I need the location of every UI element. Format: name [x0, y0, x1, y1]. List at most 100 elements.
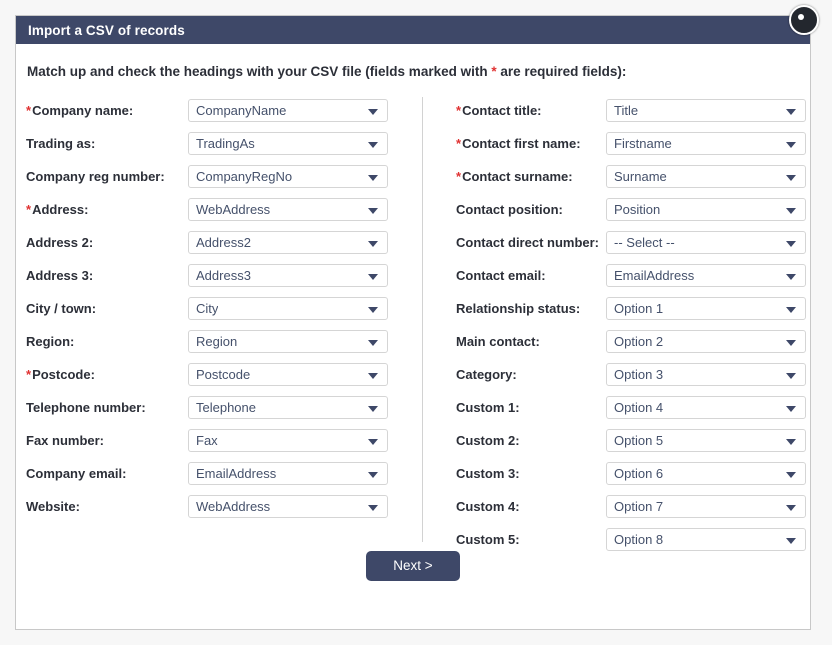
select-company-name[interactable]: CompanyName — [188, 99, 388, 122]
field-label-address-3: Address 3: — [26, 268, 188, 283]
select-value: Option 7 — [607, 496, 663, 517]
next-button[interactable]: Next > — [366, 551, 460, 581]
select-value: Region — [189, 331, 237, 352]
select-value: Address2 — [189, 232, 251, 253]
select-custom-4[interactable]: Option 7 — [606, 495, 806, 518]
field-label-text: Trading as: — [26, 136, 95, 151]
field-row-telephone-number: Telephone number: Telephone — [26, 391, 406, 424]
field-label-city-town: City / town: — [26, 301, 188, 316]
chevron-down-icon — [368, 142, 378, 148]
field-label-category: Category: — [456, 367, 606, 382]
field-label-custom-5: Custom 5: — [456, 532, 606, 547]
select-main-contact[interactable]: Option 2 — [606, 330, 806, 353]
contact-fields-column: *Contact title:Title*Contact first name:… — [456, 94, 811, 556]
field-row-custom-3: Custom 3:Option 6 — [456, 457, 811, 490]
select-value: Option 3 — [607, 364, 663, 385]
select-custom-1[interactable]: Option 4 — [606, 396, 806, 419]
field-row-contact-surname: *Contact surname:Surname — [456, 160, 811, 193]
field-row-address: *Address:WebAddress — [26, 193, 406, 226]
circle-cursor-icon[interactable] — [789, 5, 819, 35]
select-contact-email[interactable]: EmailAddress — [606, 264, 806, 287]
page-title: Import a CSV of records — [28, 23, 185, 38]
select-address-2[interactable]: Address2 — [188, 231, 388, 254]
select-custom-2[interactable]: Option 5 — [606, 429, 806, 452]
field-label-text: Address 3: — [26, 268, 93, 283]
select-contact-position[interactable]: Position — [606, 198, 806, 221]
select-company-email[interactable]: EmailAddress — [188, 462, 388, 485]
field-row-contact-first-name: *Contact first name:Firstname — [456, 127, 811, 160]
select-value: Option 5 — [607, 430, 663, 451]
field-label-text: Region: — [26, 334, 74, 349]
select-postcode[interactable]: Postcode — [188, 363, 388, 386]
chevron-down-icon — [368, 340, 378, 346]
chevron-down-icon — [786, 142, 796, 148]
field-label-custom-2: Custom 2: — [456, 433, 606, 448]
field-label-contact-position: Contact position: — [456, 202, 606, 217]
field-label-region: Region: — [26, 334, 188, 349]
chevron-down-icon — [368, 274, 378, 280]
chevron-down-icon — [368, 505, 378, 511]
select-relationship-status[interactable]: Option 1 — [606, 297, 806, 320]
select-address-3[interactable]: Address3 — [188, 264, 388, 287]
select-telephone-number[interactable]: Telephone — [188, 396, 388, 419]
select-contact-direct-number[interactable]: -- Select -- — [606, 231, 806, 254]
field-label-text: Address 2: — [26, 235, 93, 250]
select-city-town[interactable]: City — [188, 297, 388, 320]
field-row-main-contact: Main contact: Option 2 — [456, 325, 811, 358]
field-row-fax-number: Fax number: Fax — [26, 424, 406, 457]
select-trading-as[interactable]: TradingAs — [188, 132, 388, 155]
select-value: Position — [607, 199, 660, 220]
select-company-reg-number[interactable]: CompanyRegNo — [188, 165, 388, 188]
field-label-text: Custom 2: — [456, 433, 520, 448]
chevron-down-icon — [368, 175, 378, 181]
select-value: EmailAddress — [189, 463, 276, 484]
chevron-down-icon — [786, 406, 796, 412]
select-contact-first-name[interactable]: Firstname — [606, 132, 806, 155]
chevron-down-icon — [368, 406, 378, 412]
select-value: City — [189, 298, 218, 319]
select-category[interactable]: Option 3 — [606, 363, 806, 386]
select-value: TradingAs — [189, 133, 255, 154]
chevron-down-icon — [368, 472, 378, 478]
chevron-down-icon — [786, 472, 796, 478]
field-label-text: Fax number: — [26, 433, 104, 448]
chevron-down-icon — [368, 109, 378, 115]
select-value: Address3 — [189, 265, 251, 286]
select-value: Telephone — [189, 397, 256, 418]
select-region[interactable]: Region — [188, 330, 388, 353]
select-custom-5[interactable]: Option 8 — [606, 528, 806, 551]
field-label-text: Telephone number: — [26, 400, 146, 415]
field-label-text: Relationship status: — [456, 301, 580, 316]
field-label-website: Website: — [26, 499, 188, 514]
field-row-category: Category:Option 3 — [456, 358, 811, 391]
chevron-down-icon — [786, 439, 796, 445]
import-csv-panel: Import a CSV of records Match up and che… — [15, 15, 811, 630]
field-label-main-contact: Main contact: — [456, 334, 606, 349]
field-label-text: Company email: — [26, 466, 126, 481]
field-label-text: Company name: — [32, 103, 133, 118]
chevron-down-icon — [368, 439, 378, 445]
field-label-contact-first-name: *Contact first name: — [456, 136, 606, 151]
select-address[interactable]: WebAddress — [188, 198, 388, 221]
field-label-text: Main contact: — [456, 334, 540, 349]
field-row-region: Region: Region — [26, 325, 406, 358]
field-label-text: Contact surname: — [462, 169, 573, 184]
field-label-postcode: *Postcode: — [26, 367, 188, 382]
chevron-down-icon — [368, 208, 378, 214]
field-label-trading-as: Trading as: — [26, 136, 188, 151]
select-contact-title[interactable]: Title — [606, 99, 806, 122]
select-fax-number[interactable]: Fax — [188, 429, 388, 452]
field-label-contact-direct-number: Contact direct number: — [456, 235, 606, 250]
select-website[interactable]: WebAddress — [188, 495, 388, 518]
field-row-postcode: *Postcode:Postcode — [26, 358, 406, 391]
select-contact-surname[interactable]: Surname — [606, 165, 806, 188]
field-row-company-reg-number: Company reg number: CompanyRegNo — [26, 160, 406, 193]
field-row-custom-5: Custom 5:Option 8 — [456, 523, 811, 556]
field-label-text: Custom 1: — [456, 400, 520, 415]
field-row-website: Website:WebAddress — [26, 490, 406, 523]
field-label-text: Company reg number: — [26, 169, 165, 184]
select-custom-3[interactable]: Option 6 — [606, 462, 806, 485]
chevron-down-icon — [786, 307, 796, 313]
select-value: Option 1 — [607, 298, 663, 319]
chevron-down-icon — [368, 241, 378, 247]
